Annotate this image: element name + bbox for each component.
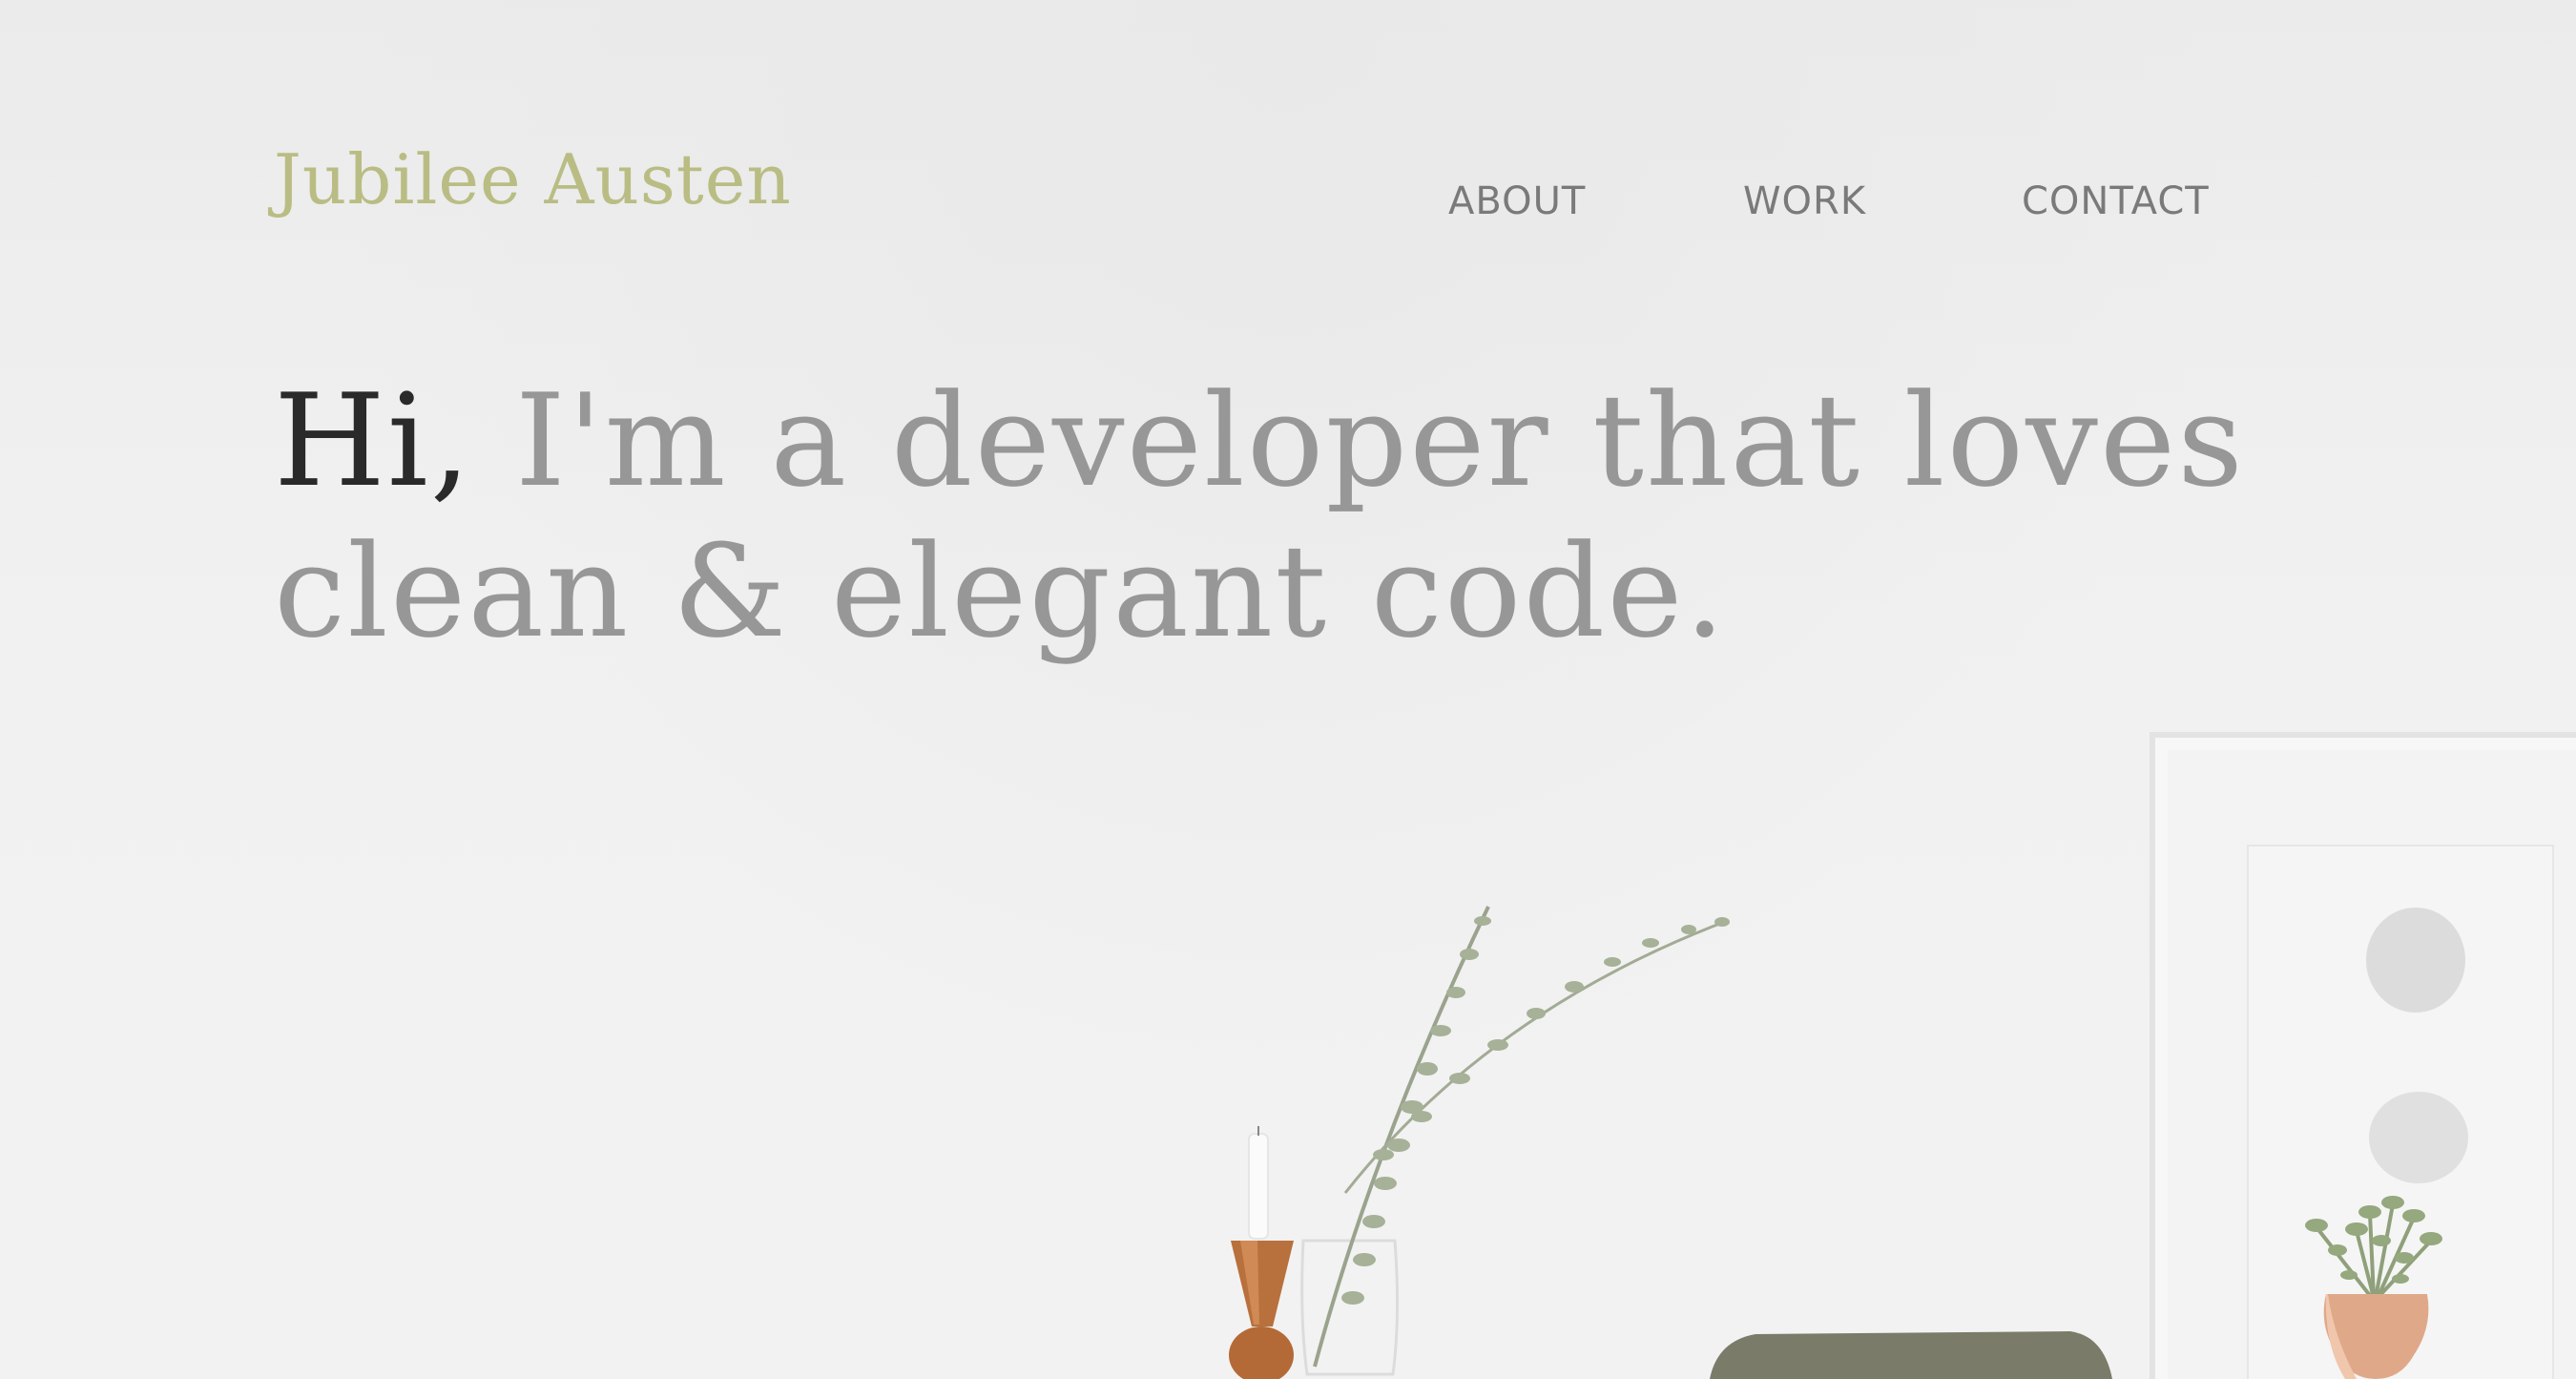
picture-frame (2150, 732, 2576, 1379)
candle-holder (1229, 1126, 1294, 1379)
nav-link-about[interactable]: ABOUT (1448, 178, 1586, 225)
hero-heading: Hi, I'm a developer that loves clean & el… (274, 366, 2325, 667)
nav-link-contact[interactable]: CONTACT (2022, 178, 2210, 225)
chair (1710, 1331, 2112, 1379)
nav-link-work[interactable]: WORK (1743, 178, 1866, 225)
hero-line-2: clean & elegant code. (274, 517, 1728, 666)
hero-greeting: Hi, (274, 366, 473, 515)
hero-line-1: I'm a developer that loves (514, 366, 2245, 515)
main-nav: ABOUT WORK CONTACT (0, 178, 2576, 225)
